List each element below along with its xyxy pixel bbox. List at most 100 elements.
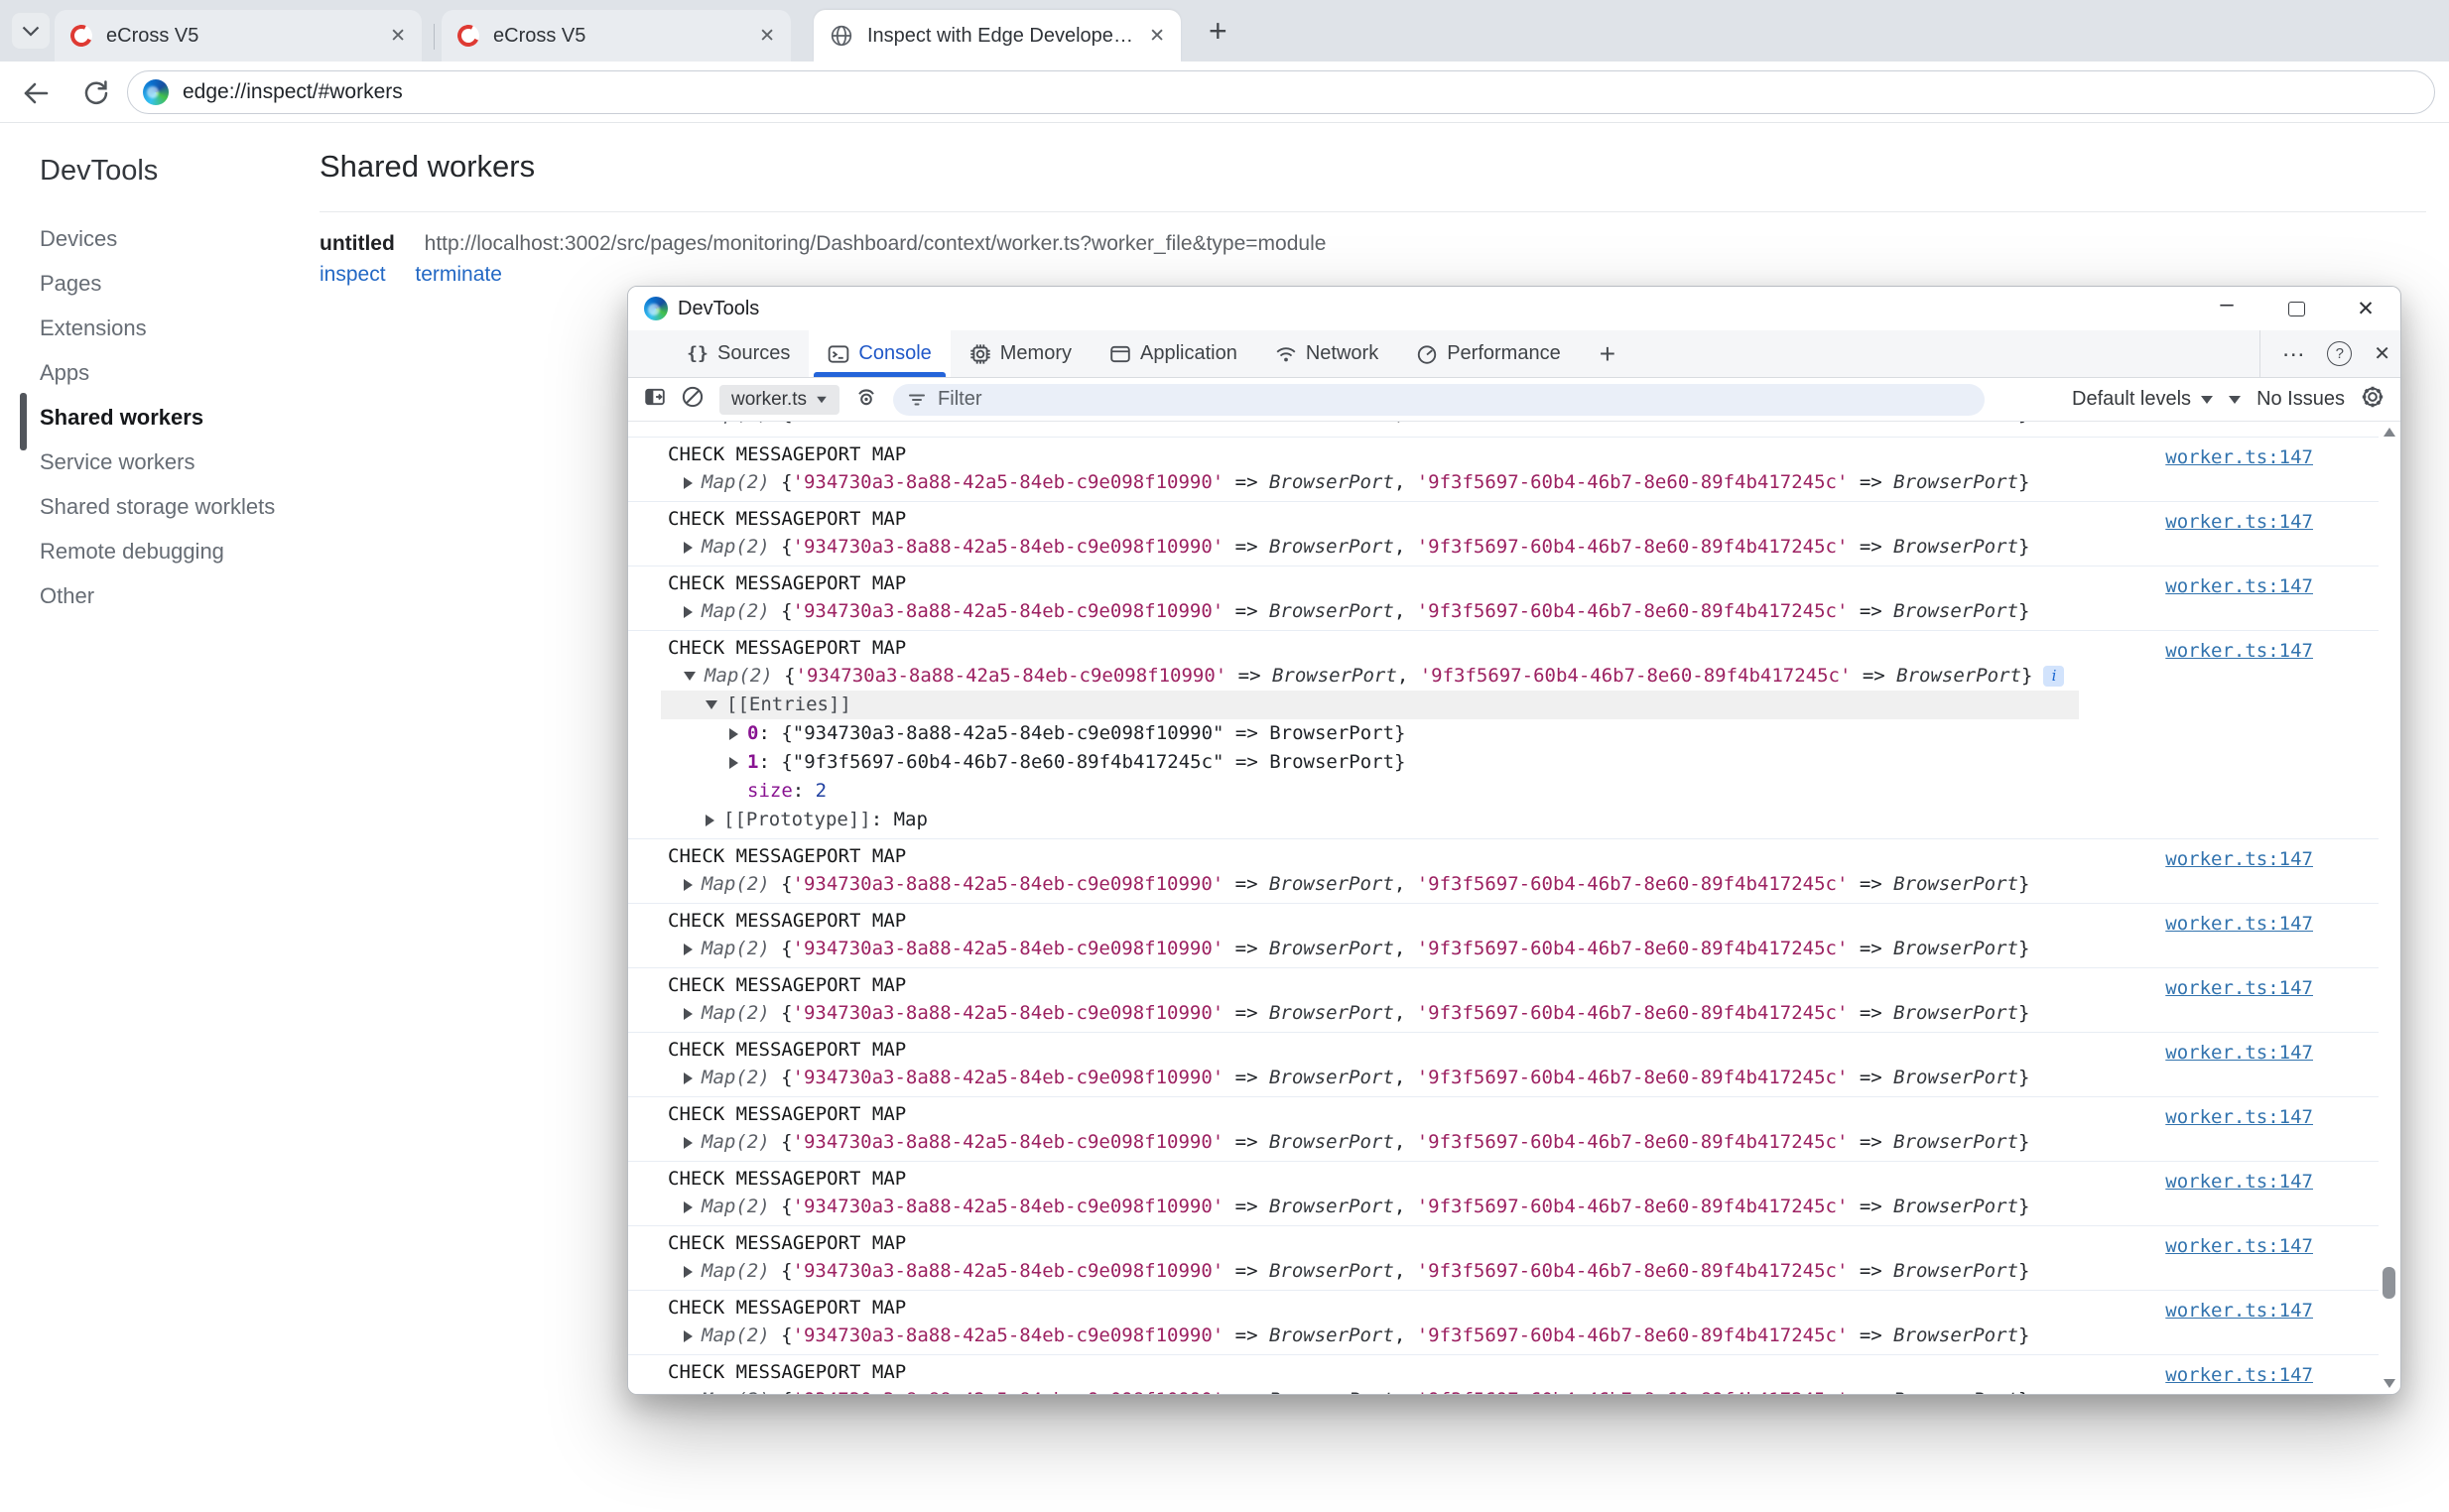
source-location-link[interactable]: worker.ts:147: [2165, 911, 2313, 938]
map-preview: Map(2) {'934730a3-8a88-42a5-84eb-c9e098f…: [702, 1002, 2029, 1024]
inspect-link[interactable]: inspect: [320, 263, 386, 286]
devtools-tab-sources[interactable]: {}Sources: [668, 330, 809, 377]
issues-counter[interactable]: No Issues: [2256, 388, 2345, 411]
browser-tab-2[interactable]: eCross V5 ✕: [442, 10, 791, 62]
expand-toggle-icon[interactable]: [684, 672, 696, 681]
source-location-link[interactable]: worker.ts:147: [2165, 1104, 2313, 1131]
expand-toggle-icon[interactable]: [684, 542, 693, 554]
devtools-tab-console[interactable]: Console: [809, 330, 950, 377]
console-message[interactable]: CHECK MESSAGEPORT MAPworker.ts:147Map(2)…: [628, 1355, 2379, 1394]
sidebar-item-apps[interactable]: Apps: [40, 350, 275, 395]
source-location-link[interactable]: worker.ts:147: [2165, 1298, 2313, 1324]
console-message[interactable]: CHECK MESSAGEPORT MAPworker.ts:147Map(2)…: [628, 1033, 2379, 1097]
expand-toggle-icon[interactable]: [684, 477, 693, 489]
live-expression-eye-icon[interactable]: [854, 385, 878, 414]
console-message[interactable]: CHECK MESSAGEPORT MAPworker.ts:147Map(2)…: [628, 1162, 2379, 1226]
expand-toggle-icon[interactable]: [684, 879, 693, 891]
console-message[interactable]: CHECK MESSAGEPORT MAPworker.ts:147Map(2)…: [628, 1226, 2379, 1291]
expand-toggle-icon[interactable]: [684, 1072, 693, 1084]
expand-toggle-icon[interactable]: [684, 944, 693, 955]
prototype-row[interactable]: [[Prototype]]: Map: [668, 806, 2250, 834]
sidebar-item-extensions[interactable]: Extensions: [40, 306, 275, 350]
collapse-icon[interactable]: [706, 700, 717, 709]
close-devtools-icon[interactable]: ✕: [2374, 341, 2390, 366]
scroll-up-icon[interactable]: [2384, 428, 2395, 437]
source-location-link[interactable]: worker.ts:147: [2165, 1233, 2313, 1260]
source-location-link[interactable]: worker.ts:147: [2165, 1362, 2313, 1389]
console-message[interactable]: CHECK MESSAGEPORT MAPworker.ts:147Map(2)…: [628, 567, 2379, 631]
console-message[interactable]: CHECK MESSAGEPORT MAPworker.ts:147Map(2)…: [628, 1097, 2379, 1162]
maximize-button[interactable]: [2261, 287, 2331, 330]
browser-tab-active[interactable]: Inspect with Edge Developer Tools ✕: [814, 10, 1181, 62]
map-entry-row[interactable]: 0: {"934730a3-8a88-42a5-84eb-c9e098f1099…: [668, 719, 2250, 748]
sidebar-item-devices[interactable]: Devices: [40, 216, 275, 261]
console-scrollbar[interactable]: [2380, 422, 2399, 1394]
source-location-link[interactable]: worker.ts:147: [2165, 573, 2313, 600]
source-location-link[interactable]: worker.ts:147: [2165, 1169, 2313, 1196]
tab-close-icon[interactable]: ✕: [1149, 27, 1165, 46]
devtools-tab-performance[interactable]: Performance: [1397, 330, 1580, 377]
devtools-tab-network[interactable]: Network: [1256, 330, 1397, 377]
context-selector[interactable]: worker.ts: [719, 385, 839, 415]
expand-toggle-icon[interactable]: [684, 1008, 693, 1020]
scrollbar-thumb[interactable]: [2383, 1267, 2395, 1299]
tab-close-icon[interactable]: ✕: [759, 27, 775, 46]
new-tab-button[interactable]: +: [1209, 14, 1227, 48]
terminate-link[interactable]: terminate: [415, 263, 502, 286]
filter-input[interactable]: Filter: [893, 384, 1985, 416]
expand-icon[interactable]: [729, 728, 738, 740]
console-message[interactable]: CHECK MESSAGEPORT MAPworker.ts:147Map(2)…: [628, 1291, 2379, 1355]
source-location-link[interactable]: worker.ts:147: [2165, 638, 2313, 665]
info-icon[interactable]: i: [2043, 666, 2064, 687]
sidebar-item-shared-workers[interactable]: Shared workers: [40, 395, 275, 440]
source-location-link[interactable]: worker.ts:147: [2165, 444, 2313, 471]
browser-tab-1[interactable]: eCross V5 ✕: [55, 10, 422, 62]
back-button[interactable]: [18, 75, 54, 111]
close-window-button[interactable]: ✕: [2331, 287, 2400, 330]
expand-icon[interactable]: [729, 757, 738, 769]
console-message[interactable]: CHECK MESSAGEPORT MAPworker.ts:147Map(2)…: [628, 631, 2379, 839]
expand-toggle-icon[interactable]: [684, 1266, 693, 1278]
settings-gear-icon[interactable]: [2361, 385, 2385, 415]
devtools-titlebar[interactable]: DevTools – ✕: [628, 287, 2400, 330]
sidebar-item-remote-debugging[interactable]: Remote debugging: [40, 529, 275, 573]
sidebar-item-other[interactable]: Other: [40, 573, 275, 618]
address-bar[interactable]: edge://inspect/#workers: [127, 70, 2435, 114]
url-text: edge://inspect/#workers: [183, 80, 403, 104]
add-panel-button[interactable]: +: [1580, 330, 1635, 377]
expand-toggle-icon[interactable]: [684, 1201, 693, 1213]
source-location-link[interactable]: worker.ts:147: [2165, 1040, 2313, 1067]
refresh-button[interactable]: [77, 75, 113, 111]
source-location-link[interactable]: worker.ts:147: [2165, 846, 2313, 873]
console-sidebar-toggle-icon[interactable]: [644, 386, 666, 413]
sidebar-item-service-workers[interactable]: Service workers: [40, 440, 275, 484]
console-message[interactable]: CHECK MESSAGEPORT MAPworker.ts:147Map(2)…: [628, 502, 2379, 567]
console-message[interactable]: CHECK MESSAGEPORT MAPworker.ts:147Map(2)…: [628, 904, 2379, 968]
sidebar-item-pages[interactable]: Pages: [40, 261, 275, 306]
expand-toggle-icon[interactable]: [684, 606, 693, 618]
tab-search-button[interactable]: [12, 13, 50, 49]
help-icon[interactable]: ?: [2327, 341, 2352, 366]
sidebar-item-shared-storage-worklets[interactable]: Shared storage worklets: [40, 484, 275, 529]
map-entry-row[interactable]: 1: {"9f3f5697-60b4-46b7-8e60-89f4b417245…: [668, 748, 2250, 777]
expand-toggle-icon[interactable]: [684, 1330, 693, 1342]
clear-console-icon[interactable]: [681, 385, 705, 414]
tab-close-icon[interactable]: ✕: [390, 27, 406, 46]
console-message-clipped[interactable]: Map(2) {'934730a3-8a88-42a5-84eb-c9e098f…: [628, 422, 2379, 438]
source-location-link[interactable]: worker.ts:147: [2165, 509, 2313, 536]
source-location-link[interactable]: worker.ts:147: [2165, 975, 2313, 1002]
caret-down-icon[interactable]: [2229, 396, 2241, 404]
more-options-icon[interactable]: ...: [2282, 335, 2305, 373]
console-message[interactable]: CHECK MESSAGEPORT MAPworker.ts:147Map(2)…: [628, 839, 2379, 904]
log-levels-dropdown[interactable]: Default levels: [2072, 388, 2213, 411]
minimize-button[interactable]: –: [2192, 287, 2261, 330]
entries-row[interactable]: [[Entries]]: [661, 691, 2079, 719]
devtools-tab-application[interactable]: Application: [1091, 330, 1256, 377]
expand-toggle-icon[interactable]: [684, 1137, 693, 1149]
console-message[interactable]: CHECK MESSAGEPORT MAPworker.ts:147Map(2)…: [628, 438, 2379, 502]
scroll-down-icon[interactable]: [2384, 1379, 2395, 1388]
expand-icon[interactable]: [706, 815, 714, 826]
map-preview-line: Map(2) {'934730a3-8a88-42a5-84eb-c9e098f…: [668, 935, 2250, 963]
console-message[interactable]: CHECK MESSAGEPORT MAPworker.ts:147Map(2)…: [628, 968, 2379, 1033]
devtools-tab-memory[interactable]: Memory: [951, 330, 1091, 377]
